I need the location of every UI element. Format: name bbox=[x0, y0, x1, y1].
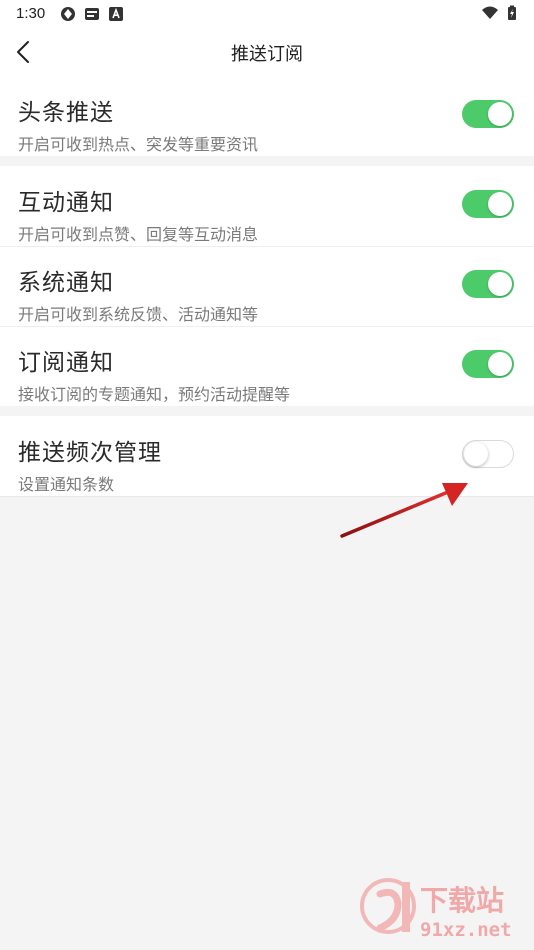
toggle-knob bbox=[488, 352, 512, 376]
app-notification-icon bbox=[61, 7, 75, 21]
battery-charging-icon bbox=[508, 5, 516, 20]
setting-subtitle: 开启可收到点赞、回复等互动消息 bbox=[18, 227, 259, 244]
setting-subtitle: 开启可收到热点、突发等重要资讯 bbox=[18, 137, 259, 154]
settings-list: 头条推送 开启可收到热点、突发等重要资讯 互动通知 开启可收到点赞、回复等互动消… bbox=[0, 76, 534, 497]
setting-title: 头条推送 bbox=[18, 99, 114, 125]
toggle-knob bbox=[488, 102, 512, 126]
setting-subtitle: 开启可收到系统反馈、活动通知等 bbox=[18, 307, 259, 324]
section-divider bbox=[0, 406, 534, 416]
setting-row-interaction-notice[interactable]: 互动通知 开启可收到点赞、回复等互动消息 bbox=[0, 166, 534, 246]
headline-push-toggle[interactable] bbox=[462, 100, 514, 128]
setting-subtitle: 接收订阅的专题通知，预约活动提醒等 bbox=[18, 387, 291, 404]
toggle-knob bbox=[464, 442, 488, 466]
settings-group-notifications: 互动通知 开启可收到点赞、回复等互动消息 系统通知 开启可收到系统反馈、活动通知… bbox=[0, 166, 534, 406]
setting-title: 互动通知 bbox=[18, 189, 114, 215]
status-bar: 1:30 bbox=[0, 0, 534, 28]
watermark-logo: 下载站 91xz.net bbox=[360, 878, 512, 941]
watermark-domain: 91xz.net bbox=[420, 919, 512, 941]
toggle-knob bbox=[488, 192, 512, 216]
news-app-icon bbox=[85, 8, 99, 20]
settings-group-headline: 头条推送 开启可收到热点、突发等重要资讯 bbox=[0, 76, 534, 156]
setting-row-subscription-notice[interactable]: 订阅通知 接收订阅的专题通知，预约活动提醒等 bbox=[0, 326, 534, 406]
interaction-notice-toggle[interactable] bbox=[462, 190, 514, 218]
setting-title: 推送频次管理 bbox=[18, 439, 162, 465]
setting-row-system-notice[interactable]: 系统通知 开启可收到系统反馈、活动通知等 bbox=[0, 246, 534, 326]
push-frequency-toggle[interactable] bbox=[462, 440, 514, 468]
wifi-icon bbox=[482, 6, 498, 19]
section-divider bbox=[0, 156, 534, 166]
watermark-logo-text: 下载站 bbox=[420, 884, 504, 917]
setting-title: 系统通知 bbox=[18, 269, 114, 295]
setting-title: 订阅通知 bbox=[18, 349, 114, 375]
setting-subtitle: 设置通知条数 bbox=[18, 477, 115, 494]
annotation-arrow-icon bbox=[340, 483, 468, 538]
status-icons-right bbox=[482, 5, 520, 21]
subscription-notice-toggle[interactable] bbox=[462, 350, 514, 378]
app-bar: 推送订阅 bbox=[0, 28, 534, 77]
watermark-badge-icon bbox=[360, 878, 416, 934]
system-notice-toggle[interactable] bbox=[462, 270, 514, 298]
status-time: 1:30 bbox=[16, 5, 46, 22]
page-title: 推送订阅 bbox=[231, 44, 303, 64]
toggle-knob bbox=[488, 272, 512, 296]
status-icons-left bbox=[60, 6, 124, 22]
a-notification-icon bbox=[109, 7, 123, 21]
setting-row-headline-push[interactable]: 头条推送 开启可收到热点、突发等重要资讯 bbox=[0, 76, 534, 156]
